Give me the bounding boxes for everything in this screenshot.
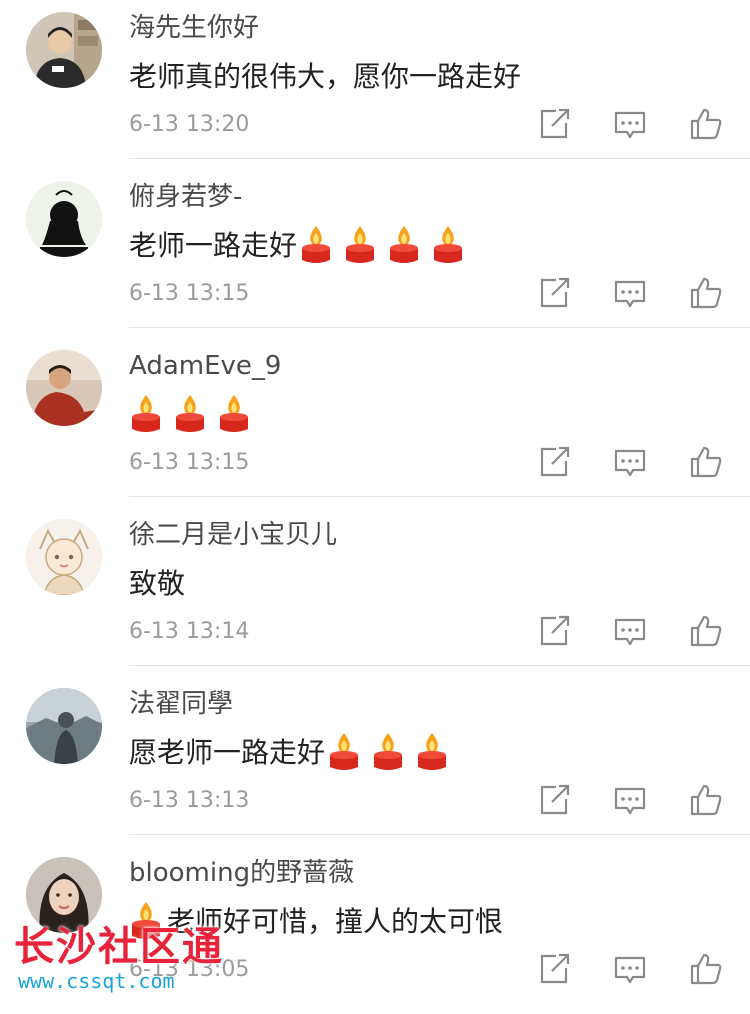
- candle-icon: [431, 224, 465, 264]
- divider: [129, 158, 750, 159]
- thumbs-up-icon[interactable]: [688, 951, 724, 987]
- divider: [129, 665, 750, 666]
- avatar-image: [26, 350, 102, 426]
- thumbs-up-icon[interactable]: [688, 782, 724, 818]
- comment-item: 海先生你好 老师真的很伟大，愿你一路走好 6-13 13:20: [0, 0, 750, 169]
- avatar[interactable]: [26, 857, 102, 933]
- username[interactable]: 法翟同學: [129, 686, 233, 722]
- share-icon[interactable]: [536, 613, 572, 649]
- comment-text-line: [129, 392, 261, 434]
- comment-item: 俯身若梦- 老师一路走好 6-13 13:15: [0, 169, 750, 338]
- thumbs-up-icon[interactable]: [688, 275, 724, 311]
- avatar-image: [26, 12, 102, 88]
- comment-text-line: 老师真的很伟大，愿你一路走好: [129, 54, 521, 96]
- timestamp: 6-13 13:15: [129, 281, 250, 306]
- timestamp: 6-13 13:13: [129, 788, 250, 813]
- comment-text: 老师一路走好: [129, 229, 298, 262]
- comment-item: AdamEve_9 6-13 13:15: [0, 338, 750, 507]
- avatar-image: [26, 181, 102, 257]
- comment-icon[interactable]: [612, 275, 648, 311]
- watermark-url: www.cssqt.com: [18, 969, 175, 993]
- comment-text-line: 致敬: [129, 561, 185, 603]
- candle-icon: [327, 731, 361, 771]
- avatar[interactable]: [26, 688, 102, 764]
- candle-icon: [299, 224, 333, 264]
- candle-icon: [173, 393, 207, 433]
- thumbs-up-icon[interactable]: [688, 613, 724, 649]
- divider: [129, 834, 750, 835]
- comment-text-line: 老师一路走好: [129, 223, 475, 265]
- candle-icon: [217, 393, 251, 433]
- comment-item: 徐二月是小宝贝儿 致敬 6-13 13:14: [0, 507, 750, 676]
- timestamp: 6-13 13:15: [129, 450, 250, 475]
- share-icon[interactable]: [536, 951, 572, 987]
- comment-item: 法翟同學 愿老师一路走好 6-13 13:13: [0, 676, 750, 845]
- candle-icon: [371, 731, 405, 771]
- watermark-title: 长沙社区通: [14, 924, 224, 970]
- avatar[interactable]: [26, 12, 102, 88]
- username[interactable]: blooming的野蔷薇: [129, 855, 354, 891]
- avatar[interactable]: [26, 350, 102, 426]
- candle-emoji-group: [299, 224, 475, 264]
- share-icon[interactable]: [536, 782, 572, 818]
- candle-emoji-group: [129, 393, 261, 433]
- comment-text: 致敬: [129, 567, 186, 600]
- comment-icon[interactable]: [612, 106, 648, 142]
- timestamp: 6-13 13:20: [129, 112, 250, 137]
- comment-text: 老师真的很伟大，愿你一路走好: [129, 60, 522, 93]
- username[interactable]: AdamEve_9: [129, 348, 281, 384]
- username[interactable]: 海先生你好: [129, 10, 259, 46]
- candle-icon: [415, 731, 449, 771]
- divider: [129, 327, 750, 328]
- share-icon[interactable]: [536, 106, 572, 142]
- username[interactable]: 徐二月是小宝贝儿: [129, 517, 337, 553]
- comment-icon[interactable]: [612, 613, 648, 649]
- avatar-image: [26, 857, 102, 933]
- candle-icon: [343, 224, 377, 264]
- divider: [129, 496, 750, 497]
- candle-emoji-group: [327, 731, 459, 771]
- avatar-image: [26, 519, 102, 595]
- comment-icon[interactable]: [612, 782, 648, 818]
- candle-icon: [129, 393, 163, 433]
- avatar-image: [26, 688, 102, 764]
- candle-icon: [387, 224, 421, 264]
- comment-icon[interactable]: [612, 951, 648, 987]
- comment-text-line: 愿老师一路走好: [129, 730, 459, 772]
- share-icon[interactable]: [536, 275, 572, 311]
- thumbs-up-icon[interactable]: [688, 106, 724, 142]
- avatar[interactable]: [26, 519, 102, 595]
- avatar[interactable]: [26, 181, 102, 257]
- username[interactable]: 俯身若梦-: [129, 179, 242, 215]
- thumbs-up-icon[interactable]: [688, 444, 724, 480]
- watermark: 长沙社区通 www.cssqt.com: [14, 925, 224, 993]
- share-icon[interactable]: [536, 444, 572, 480]
- comment-text: 愿老师一路走好: [129, 736, 326, 769]
- timestamp: 6-13 13:14: [129, 619, 250, 644]
- comment-icon[interactable]: [612, 444, 648, 480]
